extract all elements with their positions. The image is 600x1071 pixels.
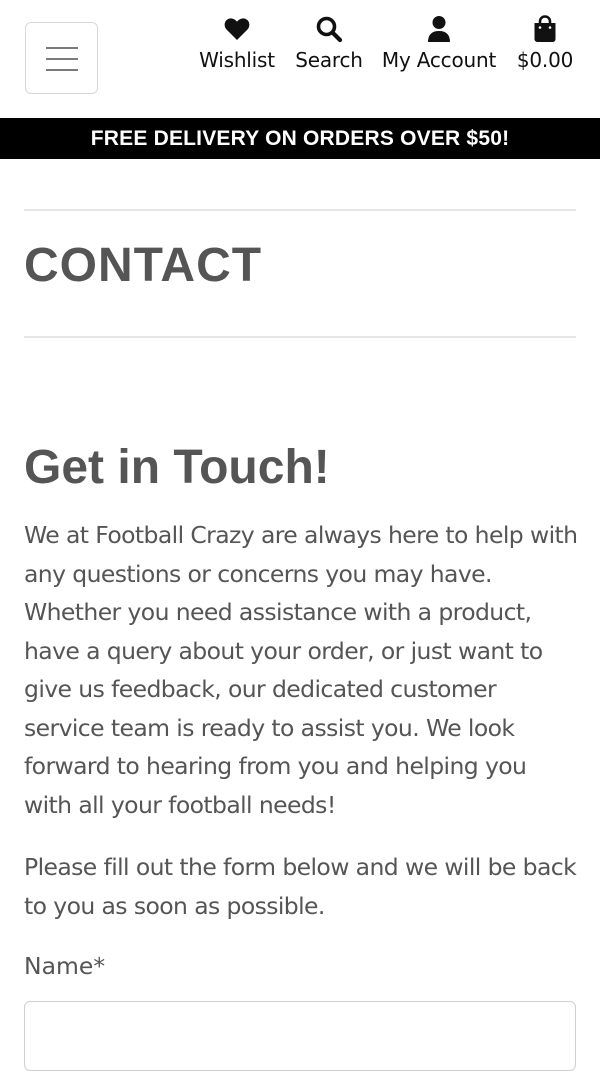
- search-label: Search: [295, 48, 363, 72]
- my-account-link[interactable]: My Account: [381, 14, 497, 72]
- section-title: Get in Touch!: [24, 441, 330, 494]
- intro-paragraph: We at Football Crazy are always here to …: [24, 521, 578, 819]
- cart-total-label: $0.00: [516, 48, 574, 72]
- form-instructions: Please fill out the form below and we wi…: [24, 853, 577, 920]
- name-field-label: Name*: [24, 952, 106, 980]
- shopping-bag-icon: [533, 14, 557, 44]
- divider: [24, 336, 576, 338]
- search-link[interactable]: Search: [295, 14, 363, 72]
- user-icon: [427, 14, 451, 44]
- wishlist-link[interactable]: Wishlist: [198, 14, 276, 72]
- search-icon: [315, 14, 343, 44]
- site-header: Wishlist Search My Account $0.00: [0, 0, 600, 118]
- heart-icon: [224, 14, 250, 44]
- divider: [24, 209, 576, 211]
- free-delivery-banner: FREE DELIVERY ON ORDERS OVER $50!: [0, 118, 600, 159]
- wishlist-label: Wishlist: [199, 48, 275, 72]
- name-field[interactable]: [24, 1001, 576, 1071]
- my-account-label: My Account: [381, 48, 497, 72]
- cart-link[interactable]: $0.00: [515, 14, 575, 72]
- header-nav: Wishlist Search My Account $0.00: [0, 14, 600, 84]
- page-title: CONTACT: [24, 239, 263, 292]
